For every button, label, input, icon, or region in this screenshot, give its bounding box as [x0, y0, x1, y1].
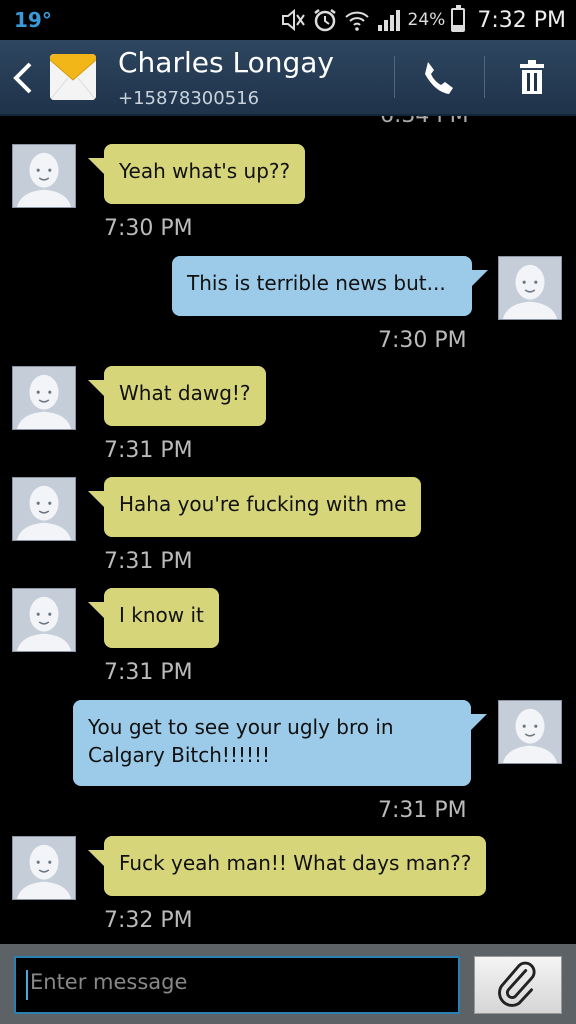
message-bubble[interactable]: What dawg!? — [88, 366, 266, 426]
message-list[interactable]: 6:34 PM Yeah what's up?? 7:30 PM This is… — [0, 116, 576, 944]
back-icon[interactable] — [8, 60, 38, 96]
message-time: 7:30 PM — [104, 216, 193, 241]
message-row: Haha you're fucking with me 7:31 PM — [0, 477, 576, 587]
message-bubble[interactable]: This is terrible news but... — [172, 256, 488, 316]
battery-icon — [451, 5, 466, 32]
contact-name: Charles Longay — [118, 46, 334, 79]
message-bubble[interactable]: Yeah what's up?? — [87, 144, 306, 204]
message-bubble[interactable]: Fuck yeah man!! What days man?? — [87, 836, 487, 896]
message-bubble[interactable]: You get to see your ugly bro in Calgary … — [73, 700, 487, 786]
user-avatar — [498, 256, 562, 320]
attach-button[interactable] — [474, 956, 562, 1014]
alarm-icon — [313, 9, 336, 32]
trash-icon[interactable] — [512, 58, 552, 98]
message-row: You get to see your ugly bro in Calgary … — [0, 700, 576, 840]
status-bar: 19° 24% 7:32 PM — [0, 0, 576, 40]
message-time: 7:31 PM — [104, 438, 193, 463]
message-time: 7:31 PM — [378, 798, 467, 823]
conversation-header: Charles Longay +15878300516 — [0, 40, 576, 116]
contact-avatar — [12, 836, 76, 900]
message-time: 7:30 PM — [378, 328, 467, 353]
message-input-placeholder: Enter message — [30, 970, 188, 994]
text-cursor — [26, 970, 28, 1000]
header-divider — [484, 56, 485, 98]
envelope-icon — [50, 54, 96, 100]
contact-avatar — [12, 144, 76, 208]
message-row: Yeah what's up?? 7:30 PM — [0, 144, 576, 254]
mute-icon — [281, 8, 305, 32]
paperclip-icon — [498, 961, 536, 1007]
wifi-icon — [344, 11, 369, 31]
contact-number: +15878300516 — [118, 88, 260, 109]
message-input[interactable]: Enter message — [14, 956, 460, 1014]
signal-icon — [377, 10, 400, 31]
message-time: 7:32 PM — [104, 908, 193, 933]
message-row: I know it 7:31 PM — [0, 588, 576, 698]
message-row: What dawg!? 7:31 PM — [0, 366, 576, 476]
message-time: 7:31 PM — [104, 660, 193, 685]
contact-avatar — [12, 588, 76, 652]
message-time: 6:34 PM — [380, 116, 469, 128]
message-bubble[interactable]: I know it — [88, 588, 219, 648]
contact-avatar — [12, 366, 76, 430]
user-avatar — [498, 700, 562, 764]
message-bubble[interactable]: Haha you're fucking with me — [87, 477, 422, 537]
temperature-readout: 19° — [14, 8, 52, 32]
composer-bar: Enter message — [0, 944, 576, 1024]
battery-percent: 24% — [407, 10, 446, 30]
message-row: Fuck yeah man!! What days man?? 7:32 PM — [0, 836, 576, 944]
battery-level-fill — [453, 25, 464, 30]
header-divider — [394, 56, 395, 98]
message-time: 7:31 PM — [104, 549, 193, 574]
phone-icon[interactable] — [418, 58, 458, 98]
message-row: This is terrible news but... 7:30 PM — [0, 256, 576, 366]
contact-avatar — [12, 477, 76, 541]
status-clock: 7:32 PM — [477, 7, 566, 33]
